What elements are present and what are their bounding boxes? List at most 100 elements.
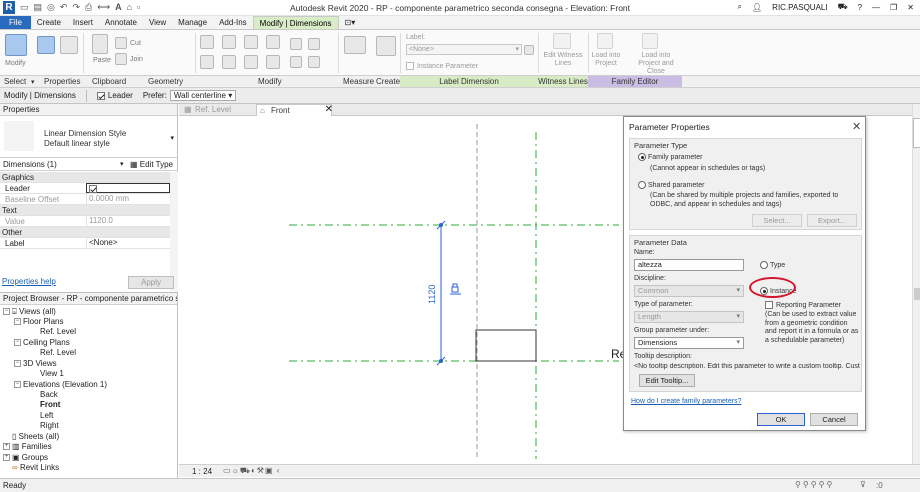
help-icon[interactable]: ?	[858, 3, 862, 12]
type-radio-dot[interactable]	[760, 261, 768, 269]
close-tab-icon[interactable]: ✕	[325, 104, 333, 116]
family-parameter-radio-dot[interactable]	[638, 153, 646, 161]
load-into-project-icon[interactable]	[597, 33, 613, 49]
tree-floor-plans[interactable]: − Floor Plans	[14, 317, 63, 327]
mirror-draw-icon[interactable]	[266, 35, 280, 49]
select-button[interactable]: Select...	[752, 214, 802, 227]
name-input[interactable]: altezza	[634, 259, 744, 271]
text-icon[interactable]: A	[115, 2, 122, 13]
label-dropdown[interactable]: <None> ▾	[406, 44, 522, 55]
tree-elevation-left[interactable]: Left	[40, 411, 53, 421]
copy-icon[interactable]	[115, 37, 127, 49]
edit-witness-lines-label[interactable]: Edit Witness Lines	[541, 52, 585, 68]
properties-tool-icon[interactable]	[37, 36, 55, 54]
split-icon[interactable]	[266, 55, 280, 69]
paste-icon[interactable]	[92, 34, 108, 54]
expand-icon[interactable]: +	[3, 454, 10, 462]
view-tab-ref-level[interactable]: ▦ Ref. Level	[181, 104, 253, 116]
cancel-button[interactable]: Cancel	[810, 413, 858, 426]
tree-groups[interactable]: + ▣ Groups	[3, 453, 48, 463]
tree-elevation-right[interactable]: Right	[40, 421, 59, 431]
panel-select[interactable]: Select	[4, 77, 26, 86]
group-text[interactable]: Text≈	[0, 205, 178, 216]
dimension-value-text[interactable]: 1120	[427, 285, 437, 304]
add-parameter-icon[interactable]	[524, 45, 534, 55]
tree-elevations[interactable]: − Elevations (Elevation 1)	[14, 380, 107, 390]
filter-icon[interactable]: ⊽	[860, 480, 866, 489]
collapse-icon[interactable]: −	[14, 381, 21, 389]
type-of-parameter-dropdown[interactable]: Length ▾	[634, 311, 744, 323]
modify-tool-icon[interactable]	[5, 34, 27, 56]
collapse-icon[interactable]: −	[14, 318, 21, 326]
revit-logo-icon[interactable]: R	[3, 1, 15, 14]
extrusion-outline[interactable]	[475, 329, 537, 362]
tab-annotate[interactable]: Annotate	[99, 16, 143, 29]
ok-button[interactable]: OK	[757, 413, 805, 426]
type-properties-icon[interactable]	[60, 36, 78, 54]
collapse-icon[interactable]: −	[3, 308, 10, 316]
move-icon[interactable]	[200, 55, 214, 69]
tree-floor-plan-ref-level[interactable]: Ref. Level	[40, 327, 76, 337]
measure-tool-icon[interactable]	[344, 36, 366, 54]
instance-parameter-toggle[interactable]: Instance Parameter	[406, 62, 478, 70]
view-scale[interactable]: 1 : 24	[192, 467, 212, 476]
discipline-dropdown[interactable]: Common ▾	[634, 285, 744, 297]
view-tab-front[interactable]: ⌂ Front ✕	[256, 104, 333, 116]
type-radio[interactable]: Type	[760, 261, 785, 270]
open-icon[interactable]: ▭	[20, 2, 29, 13]
create-similar-icon[interactable]	[376, 36, 396, 56]
dimension-lock-icon[interactable]	[450, 283, 461, 295]
restore-icon[interactable]: ❐	[890, 3, 897, 12]
scrollbar-thumb[interactable]	[914, 288, 920, 300]
tree-view-1[interactable]: View 1	[40, 369, 64, 379]
ribbon-options-icon[interactable]: ⊡▾	[339, 16, 362, 29]
tree-elevation-back[interactable]: Back	[40, 390, 58, 400]
type-selector[interactable]: Linear Dimension Style Default linear st…	[0, 116, 178, 158]
mirror-axis-icon[interactable]	[244, 35, 258, 49]
tab-insert[interactable]: Insert	[67, 16, 99, 29]
collapse-icon[interactable]: −	[14, 339, 21, 347]
selection-filter-icons[interactable]: ⚲⚲⚲⚲⚲	[795, 480, 834, 489]
group-graphics[interactable]: Graphics≈	[0, 172, 178, 183]
view-cube-icon[interactable]	[913, 118, 920, 148]
leader-checkbox[interactable]	[96, 91, 105, 100]
align-icon[interactable]	[200, 35, 214, 49]
cut-label[interactable]: Cut	[130, 40, 141, 47]
leader-prop-checkbox[interactable]	[89, 184, 97, 193]
tree-families[interactable]: + ▥ Families	[3, 442, 52, 452]
3d-icon[interactable]: ⌂	[127, 2, 132, 13]
match-icon[interactable]	[115, 53, 127, 65]
reporting-parameter-check[interactable]: Reporting Parameter	[765, 301, 841, 310]
rotate-icon[interactable]	[222, 55, 236, 69]
measure-icon[interactable]: ⟷	[97, 2, 110, 13]
reporting-parameter-checkbox[interactable]	[765, 301, 773, 309]
group-under-dropdown[interactable]: Dimensions ▾	[634, 337, 744, 349]
view-controls-icons[interactable]: ▭☼⛟◐⚒▣ ‹	[223, 466, 280, 476]
prefer-dropdown[interactable]: Wall centerline ▾	[169, 90, 237, 101]
tree-views[interactable]: − ⌺ Views (all)	[3, 307, 56, 317]
prop-row-leader[interactable]: Leader	[0, 183, 178, 194]
edit-witness-lines-icon[interactable]	[553, 33, 571, 49]
shared-parameter-radio-dot[interactable]	[638, 181, 646, 189]
prop-row-label[interactable]: Label <None>	[0, 238, 178, 249]
tree-revit-links[interactable]: ∞ Revit Links	[3, 463, 59, 473]
tree-3d-views[interactable]: −3D Views	[14, 359, 57, 369]
tab-manage[interactable]: Manage	[172, 16, 213, 29]
delete-icon[interactable]	[308, 56, 320, 68]
dialog-close-icon[interactable]: ✕	[852, 120, 861, 133]
tree-ceiling-plans[interactable]: − Ceiling Plans	[14, 338, 70, 348]
close-hidden-icon[interactable]: ▫	[137, 2, 140, 13]
load-into-project-label[interactable]: Load into Project	[590, 52, 622, 68]
pin-icon[interactable]	[290, 56, 302, 68]
tab-view[interactable]: View	[143, 16, 172, 29]
tab-file[interactable]: File	[0, 16, 31, 29]
tree-elevation-front[interactable]: Front	[40, 400, 60, 410]
family-parameter-radio[interactable]: Family parameter	[638, 153, 702, 162]
tab-addins[interactable]: Add-Ins	[213, 16, 253, 29]
minimize-icon[interactable]: —	[872, 3, 880, 12]
leader-option[interactable]: Leader	[96, 91, 133, 100]
load-into-project-close-label[interactable]: Load into Project and Close	[630, 52, 682, 76]
apply-button[interactable]: Apply	[128, 276, 174, 289]
chevron-down-icon[interactable]: ▾	[120, 160, 124, 168]
load-into-project-close-icon[interactable]	[642, 33, 658, 49]
